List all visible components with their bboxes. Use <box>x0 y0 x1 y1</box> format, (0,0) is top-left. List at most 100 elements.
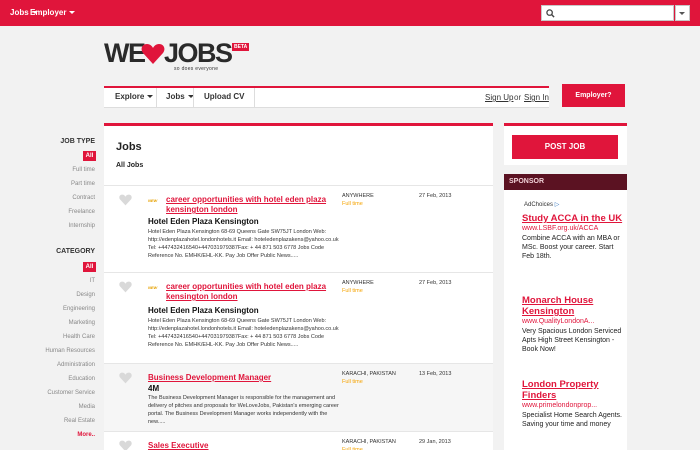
heart-icon[interactable] <box>119 372 132 384</box>
top-bar: Jobs Employer <box>0 0 700 26</box>
job-row: NEW career opportunities with hotel eden… <box>104 272 493 363</box>
ad-url[interactable]: www.primelondonprop... <box>522 401 625 411</box>
or-text: or <box>514 93 522 102</box>
logo-text-left: WE <box>104 38 146 68</box>
adchoices-icon: ▷ <box>554 202 560 208</box>
new-badge: NEW <box>148 198 158 203</box>
filter-internship[interactable]: Internship <box>69 223 95 229</box>
jobs-nav-menu[interactable]: Jobs <box>166 92 194 101</box>
new-badge: NEW <box>148 285 158 290</box>
job-row: NEW career opportunities with hotel eden… <box>104 185 493 272</box>
beta-badge: BETA <box>232 43 250 51</box>
search-dropdown-button[interactable] <box>675 5 690 21</box>
job-row: Business Development Manager 4M The Busi… <box>104 363 493 431</box>
job-type: Full time <box>342 288 363 294</box>
search-icon <box>546 9 555 18</box>
employer-button[interactable]: Employer? <box>562 84 625 107</box>
job-company: 4M <box>148 384 160 393</box>
job-date: 27 Feb, 2013 <box>419 193 452 199</box>
category-engineering[interactable]: Engineering <box>63 306 95 312</box>
category-media[interactable]: Media <box>79 404 95 410</box>
logo[interactable]: WE JOBS BETA so does everyone <box>104 38 250 74</box>
adchoices-link[interactable]: AdChoices ▷ <box>524 201 559 208</box>
jobs-nav-label: Jobs <box>166 92 185 101</box>
heart-icon[interactable] <box>119 281 132 293</box>
filter-freelance[interactable]: Freelance <box>68 209 95 215</box>
main-nav: Explore Jobs Upload CV Sign Up or Sign I… <box>104 86 549 107</box>
post-job-panel: POST JOB <box>504 123 627 165</box>
sponsored-ad[interactable]: Study ACCA in the UK www.LSBF.org.uk/ACC… <box>522 213 625 261</box>
sponsored-ad[interactable]: Monarch House Kensington www.QualityLond… <box>522 295 625 354</box>
explore-menu[interactable]: Explore <box>115 92 154 101</box>
ad-body: Specialist Home Search Agents. Saving yo… <box>522 412 622 428</box>
filter-contract[interactable]: Contract <box>72 195 95 201</box>
job-type-heading: JOB TYPE <box>60 138 95 145</box>
heart-icon[interactable] <box>119 194 132 206</box>
category-it[interactable]: IT <box>90 278 95 284</box>
more-categories-link[interactable]: More.. <box>77 432 95 438</box>
job-title-link[interactable]: Business Development Manager <box>148 373 338 383</box>
job-location: KARACHI, PAKISTAN <box>342 439 396 445</box>
filter-part-time[interactable]: Part time <box>71 181 95 187</box>
nav-divider <box>193 88 194 107</box>
chevron-down-icon <box>147 95 154 99</box>
sponsored-ad[interactable]: London Property Finders www.primelondonp… <box>522 379 625 429</box>
signup-link[interactable]: Sign Up <box>485 93 513 102</box>
category-marketing[interactable]: Marketing <box>69 320 95 326</box>
sponsor-panel: SPONSOR AdChoices ▷ Study ACCA in the UK… <box>504 174 627 450</box>
category-design[interactable]: Design <box>76 292 95 298</box>
ad-body: Combine ACCA with an MBA or MSc. Boost y… <box>522 235 620 260</box>
page-title: Jobs <box>116 141 142 153</box>
search-input[interactable] <box>541 5 674 21</box>
job-date: 29 Jan, 2013 <box>419 439 451 445</box>
upload-cv-link[interactable]: Upload CV <box>204 92 244 101</box>
employer-menu-label: Employer <box>30 8 67 17</box>
category-real-estate[interactable]: Real Estate <box>64 418 95 424</box>
nav-divider <box>156 88 157 107</box>
jobs-panel: Jobs All Jobs NEW career opportunities w… <box>104 123 493 450</box>
heart-icon <box>141 44 165 64</box>
heart-icon[interactable] <box>119 440 132 450</box>
logo-tagline: so does everyone <box>174 66 219 72</box>
filter-full-time[interactable]: Full time <box>72 167 95 173</box>
adchoices-label: AdChoices <box>524 202 554 208</box>
chevron-down-icon <box>69 11 76 15</box>
job-company: Hotel Eden Plaza Kensington <box>148 306 259 315</box>
sponsor-heading: SPONSOR <box>504 174 627 190</box>
job-location: KARACHI, PAKISTAN <box>342 371 396 377</box>
ad-headline[interactable]: Study ACCA in the UK <box>522 213 625 224</box>
ad-body: Very Spacious London Serviced Apts High … <box>522 328 622 353</box>
jobs-menu-label: Jobs <box>10 8 29 17</box>
nav-divider <box>254 88 255 107</box>
job-title-link[interactable]: career opportunities with hotel eden pla… <box>166 282 356 302</box>
category-customer-service[interactable]: Customer Service <box>47 390 95 396</box>
job-title-link[interactable]: career opportunities with hotel eden pla… <box>166 195 356 215</box>
logo-text-right: JOBS <box>164 38 233 68</box>
job-description: Hotel Eden Plaza Kensington 68-69 Queens… <box>148 229 339 259</box>
job-description: The Business Development Manager is resp… <box>148 395 339 425</box>
category-all-filter[interactable]: All <box>83 262 96 272</box>
ad-url[interactable]: www.QualityLondonA... <box>522 317 625 327</box>
job-location: ANYWHERE <box>342 193 374 199</box>
job-company: Hotel Eden Plaza Kensington <box>148 217 259 226</box>
page-subtitle: All Jobs <box>116 162 144 169</box>
ad-url[interactable]: www.LSBF.org.uk/ACCA <box>522 224 625 234</box>
category-education[interactable]: Education <box>68 376 95 382</box>
category-human-resources[interactable]: Human Resources <box>45 348 95 354</box>
job-type: Full time <box>342 379 363 385</box>
job-date: 27 Feb, 2013 <box>419 280 452 286</box>
signin-link[interactable]: Sign In <box>524 93 549 102</box>
category-health-care[interactable]: Health Care <box>63 334 95 340</box>
category-heading: CATEGORY <box>56 248 95 255</box>
job-title-link[interactable]: Sales Executive <box>148 441 338 450</box>
post-job-button[interactable]: POST JOB <box>512 135 618 159</box>
employer-menu[interactable]: Employer <box>30 8 76 17</box>
job-type-all-filter[interactable]: All <box>83 151 96 161</box>
category-administration[interactable]: Administration <box>57 362 95 368</box>
job-location: ANYWHERE <box>342 280 374 286</box>
explore-label: Explore <box>115 92 145 101</box>
ad-headline[interactable]: London Property Finders <box>522 379 625 401</box>
job-description: Hotel Eden Plaza Kensington 68-69 Queens… <box>148 318 339 348</box>
ad-headline[interactable]: Monarch House Kensington <box>522 295 625 317</box>
job-date: 13 Feb, 2013 <box>419 371 452 377</box>
